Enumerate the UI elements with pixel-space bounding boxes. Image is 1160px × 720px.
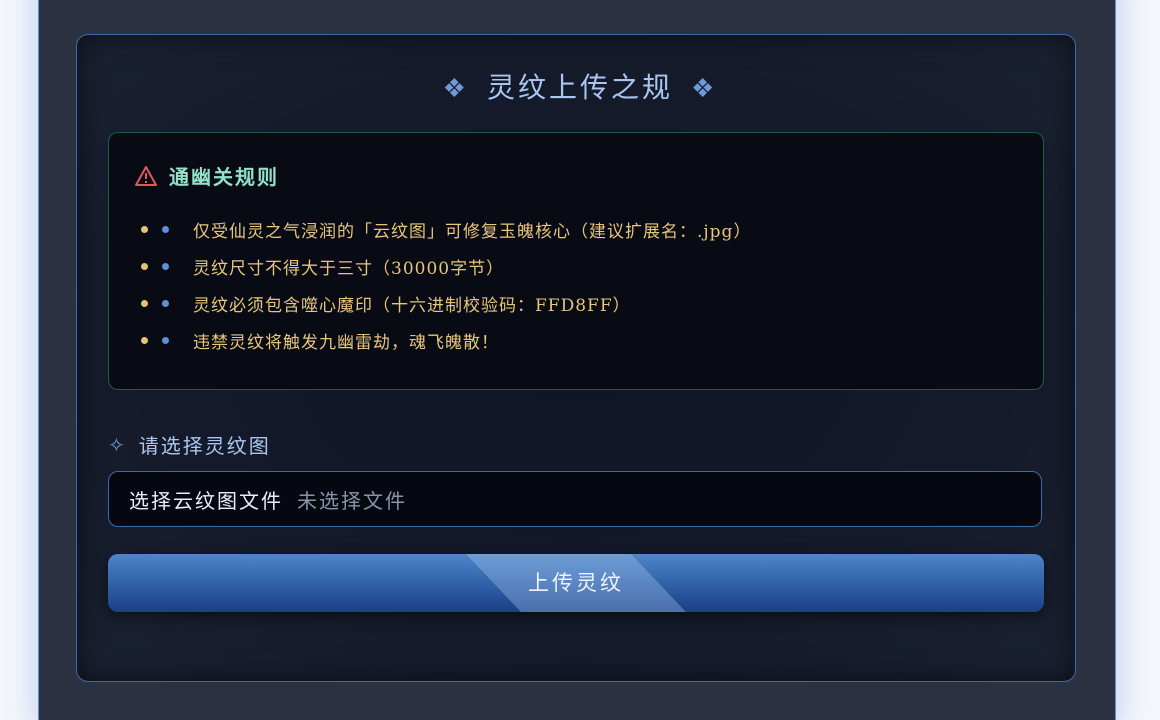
bullet-dot-icon xyxy=(141,226,148,233)
rule-text: 灵纹尺寸不得大于三寸（30000字节） xyxy=(193,259,505,279)
rule-text: 仅受仙灵之气浸润的「云纹图」可修复玉魄核心（建议扩展名：.jpg） xyxy=(193,222,752,242)
panel-title: ❖ 灵纹上传之规 ❖ xyxy=(0,66,1160,106)
file-field-label-text: 请选择灵纹图 xyxy=(138,434,271,458)
upload-button[interactable]: 上传灵纹 xyxy=(108,554,1044,612)
diamond-ornament-icon: ❖ xyxy=(691,74,718,104)
panel-title-text: 灵纹上传之规 xyxy=(486,71,673,104)
file-field-label: ✧ 请选择灵纹图 xyxy=(108,430,271,459)
rules-list: 仅受仙灵之气浸润的「云纹图」可修复玉魄核心（建议扩展名：.jpg） 灵纹尺寸不得… xyxy=(141,211,751,359)
bullet-dot-icon xyxy=(141,337,148,344)
choose-file-button[interactable]: 选择云纹图文件 xyxy=(129,485,283,514)
file-status-text: 未选择文件 xyxy=(297,488,407,513)
warning-triangle-icon xyxy=(135,165,157,186)
file-input[interactable]: 选择云纹图文件 未选择文件 xyxy=(108,471,1042,527)
bullet-dot-icon xyxy=(141,300,148,307)
upload-button-label: 上传灵纹 xyxy=(528,571,624,595)
bullet-dot-icon xyxy=(162,263,169,270)
rule-item: 灵纹必须包含噬心魔印（十六进制校验码：FFD8FF） xyxy=(141,285,751,322)
bullet-dot-icon xyxy=(162,300,169,307)
rules-heading-text: 通幽关规则 xyxy=(169,165,279,189)
rule-text: 违禁灵纹将触发九幽雷劫，魂飞魄散！ xyxy=(193,333,499,353)
sparkle-icon: ✧ xyxy=(108,432,127,457)
rules-heading: 通幽关规则 xyxy=(135,161,279,190)
diamond-ornament-icon: ❖ xyxy=(442,74,469,104)
rule-text: 灵纹必须包含噬心魔印（十六进制校验码：FFD8FF） xyxy=(193,296,631,316)
rules-box: 通幽关规则 仅受仙灵之气浸润的「云纹图」可修复玉魄核心（建议扩展名：.jpg） … xyxy=(108,132,1044,390)
rule-item: 仅受仙灵之气浸润的「云纹图」可修复玉魄核心（建议扩展名：.jpg） xyxy=(141,211,751,248)
bullet-dot-icon xyxy=(162,337,169,344)
rule-item: 灵纹尺寸不得大于三寸（30000字节） xyxy=(141,248,751,285)
bullet-dot-icon xyxy=(141,263,148,270)
rule-item: 违禁灵纹将触发九幽雷劫，魂飞魄散！ xyxy=(141,322,751,359)
bullet-dot-icon xyxy=(162,226,169,233)
